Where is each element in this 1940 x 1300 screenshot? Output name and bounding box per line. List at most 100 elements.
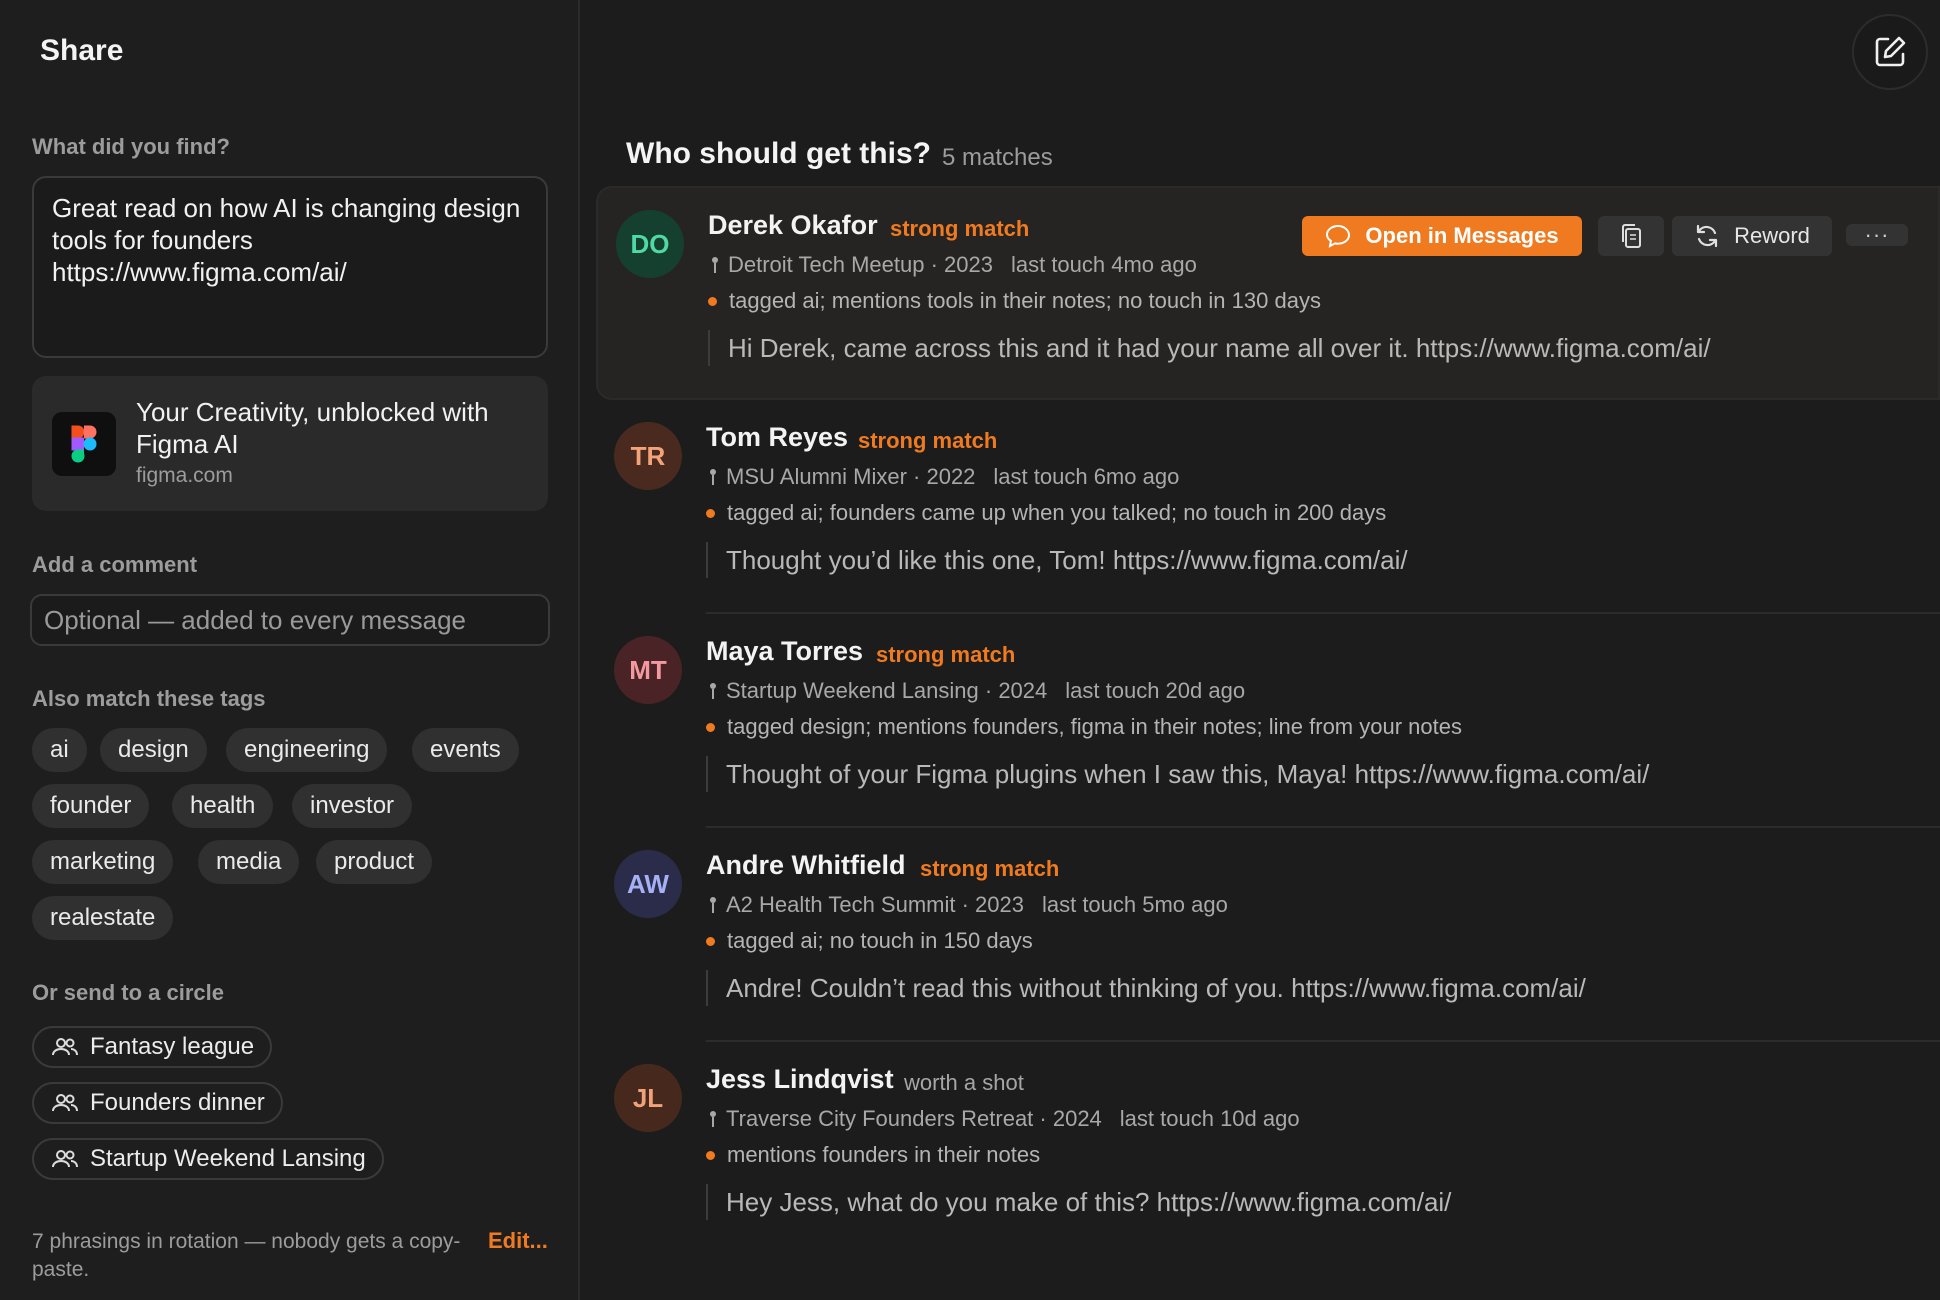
draft-message[interactable]: Hey Jess, what do you make of this? http…: [706, 1184, 1451, 1220]
match-card-tom-reyes[interactable]: TR Tom Reyes strong match MSU Alumni Mix…: [596, 400, 1940, 614]
match-badge: strong match: [890, 216, 1030, 241]
contact-meta: MSU Alumni Mixer · 2022 last touch 6mo a…: [706, 464, 1179, 490]
share-panel: Share What did you find? Great read on h…: [0, 0, 580, 1300]
tag-ai[interactable]: ai: [32, 728, 87, 772]
circle-startup-weekend-lansing[interactable]: Startup Weekend Lansing: [32, 1138, 384, 1180]
reason-dot-icon: [706, 508, 715, 518]
contact-name: Maya Torres: [706, 636, 864, 666]
event-label: Traverse City Founders Retreat · 2024: [726, 1106, 1102, 1131]
refresh-icon: [1696, 224, 1718, 248]
compose-button[interactable]: [1852, 14, 1928, 90]
contact-meta: Traverse City Founders Retreat · 2024 la…: [706, 1106, 1300, 1132]
match-card-andre-whitfield[interactable]: AW Andre Whitfield strong match A2 Healt…: [596, 828, 1940, 1042]
circle-label: Fantasy league: [90, 1033, 255, 1060]
contact-name: Andre Whitfield: [706, 850, 906, 880]
contact-name: Derek Okafor: [708, 210, 878, 240]
match-card-jess-lindqvist[interactable]: JL Jess Lindqvist worth a shot Traverse …: [596, 1042, 1940, 1256]
more-options-button[interactable]: ···: [1846, 224, 1908, 246]
pin-icon: [712, 257, 718, 273]
reason-text: tagged design; mentions founders, figma …: [727, 714, 1462, 739]
tags-label: Also match these tags: [32, 686, 266, 711]
reason-suffix: days: [1268, 288, 1321, 313]
link-domain: figma.com: [136, 464, 233, 487]
reason-dot-icon: [706, 936, 715, 946]
reason-number: 200: [1296, 500, 1334, 525]
reason-text: tagged ai; mentions tools in their notes…: [729, 288, 1232, 313]
reason-suffix: days: [1333, 500, 1387, 525]
contact-meta: Startup Weekend Lansing · 2024 last touc…: [706, 678, 1245, 704]
tag-media[interactable]: media: [198, 840, 300, 884]
draft-message[interactable]: Andre! Couldn’t read this without thinki…: [706, 970, 1586, 1006]
draft-message[interactable]: Thought you’d like this one, Tom! https:…: [706, 542, 1408, 578]
pin-icon: [710, 469, 716, 485]
tag-realestate[interactable]: realestate: [32, 896, 174, 940]
phrasing-note: 7 phrasings in rotation — nobody gets a …: [32, 1230, 461, 1281]
avatar: MT: [614, 636, 682, 704]
tag-engineering[interactable]: engineering: [226, 728, 388, 772]
link-title: Your Creativity, unblocked with Figma AI: [136, 397, 489, 459]
tag-marketing[interactable]: marketing: [32, 840, 174, 884]
copy-button[interactable]: [1598, 216, 1664, 256]
link-preview-card[interactable]: Your Creativity, unblocked with Figma AI…: [32, 376, 548, 511]
tag-events[interactable]: events: [412, 728, 519, 772]
contact-meta: Detroit Tech Meetup · 2023 last touch 4m…: [708, 252, 1197, 278]
event-label: MSU Alumni Mixer · 2022: [726, 464, 976, 489]
last-touch: last touch 6mo ago: [993, 464, 1180, 489]
circle-label: Founders dinner: [90, 1089, 265, 1116]
reason-dot-icon: [708, 296, 717, 306]
people-icon: [52, 1150, 78, 1168]
find-label: What did you find?: [32, 134, 230, 159]
match-card-derek-okafor[interactable]: DO Derek Okafor strong match Open in Mes…: [596, 186, 1940, 400]
avatar: AW: [614, 850, 682, 918]
edit-phrasings-link[interactable]: Edit...: [488, 1228, 548, 1254]
find-textarea[interactable]: Great read on how AI is changing design …: [32, 176, 548, 358]
last-touch: last touch 20d ago: [1065, 678, 1246, 703]
people-icon: [52, 1094, 78, 1112]
reason-text: tagged ai; founders came up when you tal…: [727, 500, 1297, 525]
reword-label: Reword: [1734, 223, 1810, 248]
match-reason: mentions founders in their notes: [706, 1142, 1040, 1168]
draft-message[interactable]: Hi Derek, came across this and it had yo…: [708, 330, 1711, 366]
circles-label: Or send to a circle: [32, 980, 224, 1005]
avatar: TR: [614, 422, 682, 490]
share-app: Share What did you find? Great read on h…: [0, 0, 1940, 1300]
match-reason: tagged ai; founders came up when you tal…: [706, 500, 1386, 526]
reword-button[interactable]: Reword: [1672, 216, 1832, 256]
tag-health[interactable]: health: [172, 784, 274, 828]
circle-label: Startup Weekend Lansing: [90, 1145, 366, 1172]
comment-input[interactable]: [30, 594, 550, 646]
reason-dot-icon: [706, 722, 715, 732]
match-reason: tagged ai; mentions tools in their notes…: [708, 288, 1321, 314]
match-badge: strong match: [858, 428, 998, 453]
event-label: Startup Weekend Lansing · 2024: [726, 678, 1048, 703]
last-touch: last touch 5mo ago: [1041, 892, 1228, 917]
match-reason: tagged ai; no touch in 150 days: [706, 928, 1033, 954]
circle-fantasy-league[interactable]: Fantasy league: [32, 1026, 273, 1068]
tag-founder[interactable]: founder: [32, 784, 150, 828]
contact-name: Jess Lindqvist: [706, 1064, 894, 1094]
tag-design[interactable]: design: [100, 728, 207, 772]
tag-product[interactable]: product: [316, 840, 433, 884]
contact-name: Tom Reyes: [706, 422, 849, 452]
compose-icon: [1875, 36, 1906, 67]
event-label: A2 Health Tech Summit · 2023: [726, 892, 1024, 917]
match-badge: strong match: [876, 642, 1016, 667]
pin-icon: [710, 1111, 716, 1127]
reason-suffix: days: [980, 928, 1033, 953]
tag-investor[interactable]: investor: [292, 784, 413, 828]
open-in-messages-button[interactable]: Open in Messages: [1302, 216, 1582, 256]
circle-founders-dinner[interactable]: Founders dinner: [32, 1082, 283, 1124]
reason-number: 130: [1231, 288, 1269, 313]
match-badge: strong match: [920, 856, 1060, 881]
match-count: 5 matches: [942, 144, 1053, 171]
draft-message[interactable]: Thought of your Figma plugins when I saw…: [706, 756, 1649, 792]
pin-icon: [710, 683, 716, 699]
recipients-title: Who should get this?: [626, 137, 931, 170]
reason-text: mentions founders in their notes: [727, 1142, 1041, 1167]
last-touch: last touch 10d ago: [1119, 1106, 1300, 1131]
match-reason: tagged design; mentions founders, figma …: [706, 714, 1462, 740]
pin-icon: [710, 897, 716, 913]
share-title: Share: [40, 34, 124, 67]
people-icon: [52, 1038, 78, 1056]
match-card-maya-torres[interactable]: MT Maya Torres strong match Startup Week…: [596, 614, 1940, 828]
